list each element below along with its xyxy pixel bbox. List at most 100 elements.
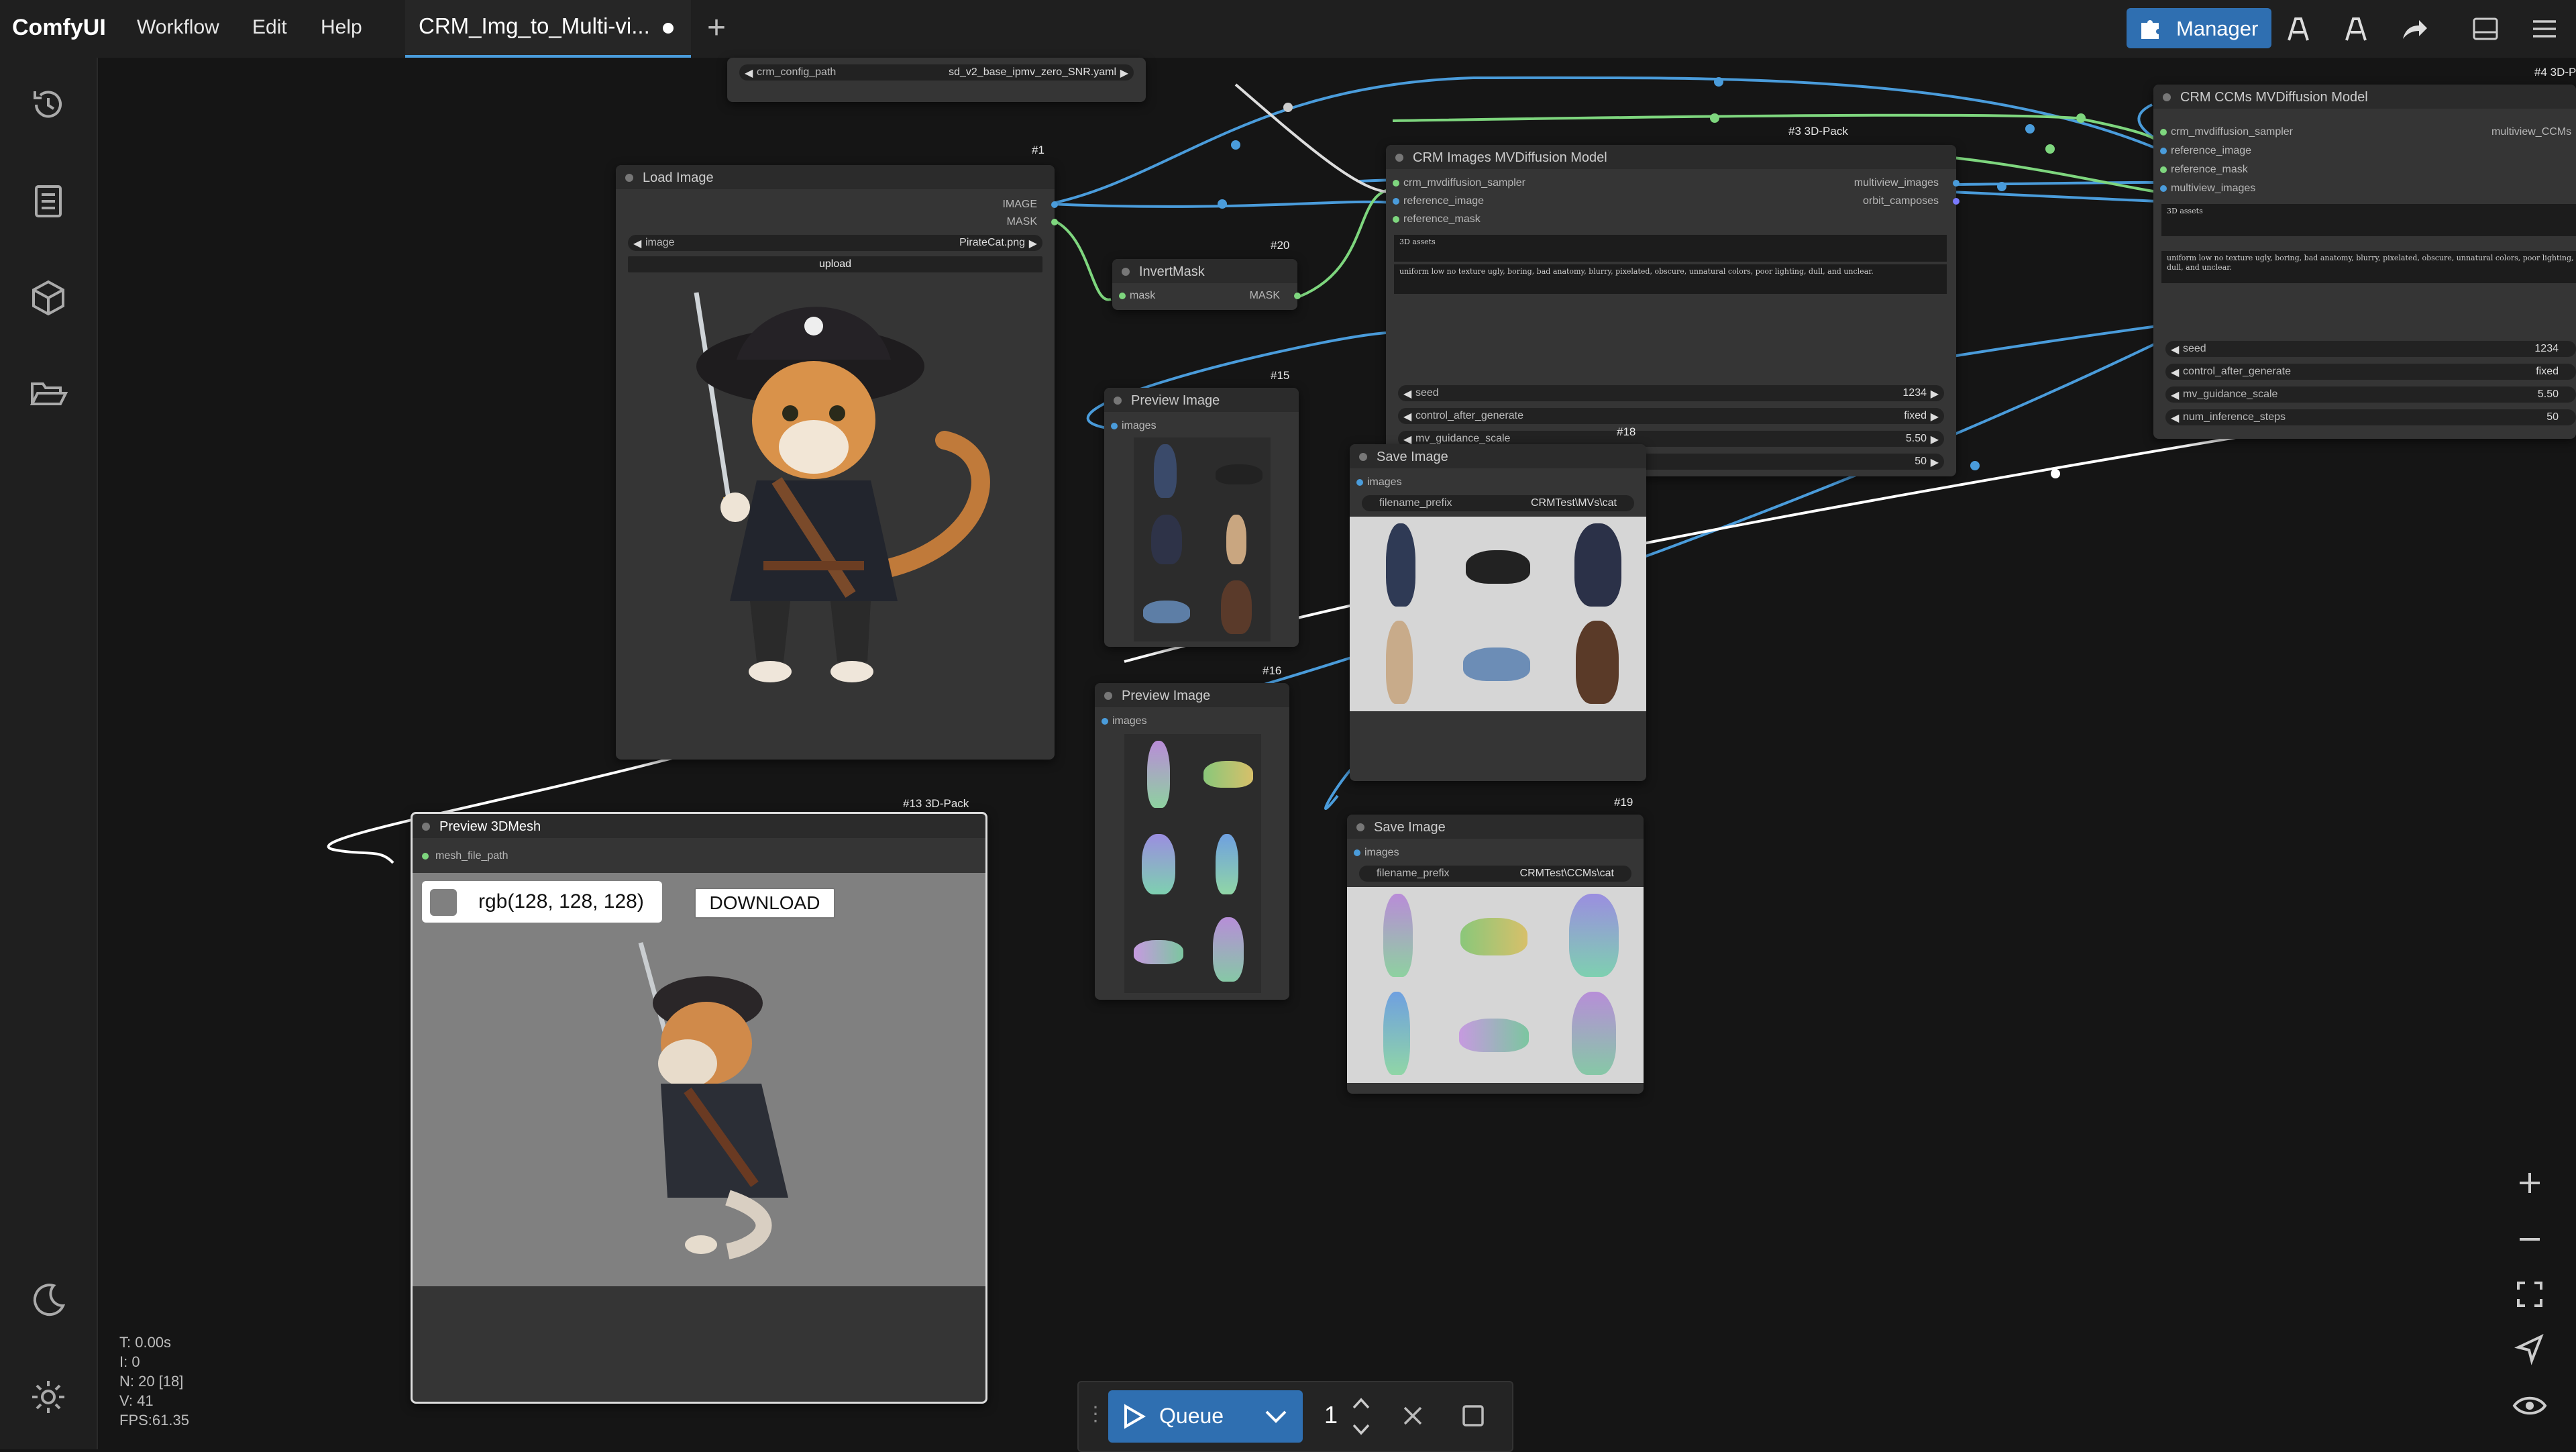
model-search-icon[interactable]	[2341, 13, 2372, 44]
node-library-icon[interactable]	[27, 180, 70, 223]
preview-image-grid[interactable]	[1134, 437, 1271, 641]
decrement-arrow-icon[interactable]: ◀	[633, 237, 641, 250]
seed-widget[interactable]: ◀ seed 1234 ▶	[1398, 385, 1944, 401]
input-images-socket[interactable]	[1111, 423, 1118, 429]
load-image-node[interactable]: Load Image IMAGE MASK ◀ image PirateCat.…	[616, 165, 1058, 760]
chevron-down-icon[interactable]	[1351, 1420, 1371, 1439]
saved-thumbnail[interactable]	[1350, 614, 1448, 711]
collapse-dot-icon[interactable]	[422, 823, 430, 831]
input-mask-socket[interactable]	[1119, 293, 1126, 299]
preview-thumbnail[interactable]	[1134, 574, 1202, 641]
output-mask-socket[interactable]	[1051, 219, 1058, 225]
manager-button[interactable]: Manager	[2127, 8, 2271, 48]
crm-ccms-mvdiffusion-node[interactable]: CRM CCMs MVDiffusion Model crm_mvdiffusi…	[2153, 85, 2576, 439]
output-image-socket[interactable]	[1051, 201, 1058, 208]
input-reference-mask-socket[interactable]	[1393, 216, 1399, 223]
increment-arrow-icon[interactable]: ▶	[1931, 433, 1939, 446]
saved-thumbnail[interactable]	[1545, 887, 1644, 985]
zoom-in-icon[interactable]	[2509, 1162, 2551, 1204]
increment-arrow-icon[interactable]: ▶	[1120, 66, 1128, 80]
input-reference-image-socket[interactable]	[2160, 148, 2167, 154]
chevron-down-icon[interactable]	[1264, 1408, 1288, 1425]
output-multiview-images-socket[interactable]	[1953, 180, 1960, 187]
input-sampler-socket[interactable]	[2160, 129, 2167, 136]
collapse-dot-icon[interactable]	[2163, 93, 2171, 101]
saved-thumbnail[interactable]	[1448, 614, 1547, 711]
input-sampler-socket[interactable]	[1393, 180, 1399, 187]
preview-thumbnail[interactable]	[1202, 505, 1271, 573]
increment-arrow-icon[interactable]: ▶	[1931, 456, 1939, 469]
negative-prompt-textarea[interactable]: uniform low no texture ugly, boring, bad…	[1394, 264, 1947, 294]
preview-thumbnail[interactable]	[1193, 821, 1261, 907]
saved-thumbnail[interactable]	[1347, 985, 1446, 1083]
menu-edit[interactable]: Edit	[252, 16, 287, 39]
color-swatch[interactable]	[430, 889, 457, 916]
collapse-dot-icon[interactable]	[1104, 692, 1112, 700]
control-after-generate-widget[interactable]: ◀ control_after_generate fixed ▶	[1398, 408, 1944, 424]
node-title-bar[interactable]: CRM CCMs MVDiffusion Model	[2153, 85, 2576, 109]
control-after-generate-widget[interactable]: ◀ control_after_generate fixed	[2165, 364, 2576, 380]
batch-count-input[interactable]: 1	[1324, 1401, 1338, 1429]
prompt-textarea[interactable]: 3D assets	[2161, 204, 2576, 236]
saved-thumbnail[interactable]	[1548, 614, 1646, 711]
negative-prompt-textarea[interactable]: uniform low no texture ugly, boring, bad…	[2161, 251, 2576, 283]
collapse-dot-icon[interactable]	[1356, 823, 1364, 831]
node-title-bar[interactable]: InvertMask	[1112, 259, 1297, 283]
filename-prefix-widget[interactable]: filename_prefix CRMTest\MVs\cat	[1362, 495, 1634, 511]
fit-view-icon[interactable]	[2509, 1274, 2551, 1315]
drag-handle-icon[interactable]: ⋮	[1085, 1402, 1106, 1426]
input-images-socket[interactable]	[1356, 479, 1363, 486]
node-title-bar[interactable]: Preview 3DMesh	[413, 814, 985, 838]
increment-arrow-icon[interactable]: ▶	[1029, 237, 1037, 250]
theme-moon-icon[interactable]	[27, 1279, 70, 1322]
preview-image-node-16[interactable]: Preview Image images	[1095, 683, 1289, 1000]
save-image-node-19[interactable]: Save Image images filename_prefix CRMTes…	[1347, 815, 1644, 1094]
decrement-arrow-icon[interactable]: ◀	[745, 66, 753, 80]
saved-thumbnail[interactable]	[1545, 985, 1644, 1083]
input-images-socket[interactable]	[1102, 718, 1108, 725]
filename-prefix-widget[interactable]: filename_prefix CRMTest\CCMs\cat	[1359, 866, 1631, 882]
3d-mesh-viewport[interactable]: rgb(128, 128, 128) DOWNLOAD	[413, 873, 985, 1286]
background-color-picker[interactable]: rgb(128, 128, 128)	[422, 881, 662, 923]
menu-workflow[interactable]: Workflow	[137, 16, 219, 39]
decrement-arrow-icon[interactable]: ◀	[2171, 366, 2179, 379]
saved-thumbnail[interactable]	[1446, 985, 1544, 1083]
queue-button[interactable]: Queue	[1108, 1390, 1303, 1443]
saved-thumbnail[interactable]	[1350, 517, 1448, 614]
prompt-textarea[interactable]: 3D assets	[1394, 235, 1947, 262]
upload-button[interactable]: upload	[628, 256, 1042, 272]
saved-thumbnail[interactable]	[1548, 517, 1646, 614]
download-button[interactable]: DOWNLOAD	[694, 888, 835, 919]
preview-thumbnail[interactable]	[1134, 505, 1202, 573]
hamburger-menu-icon[interactable]	[2529, 13, 2560, 44]
preview-image-node-15[interactable]: Preview Image images	[1104, 388, 1299, 647]
share-icon[interactable]	[2399, 13, 2430, 44]
preview-thumbnail[interactable]	[1124, 821, 1193, 907]
decrement-arrow-icon[interactable]: ◀	[2171, 388, 2179, 402]
toggle-panel-icon[interactable]	[2470, 13, 2501, 44]
graph-canvas[interactable]: ◀ crm_config_path sd_v2_base_ipmv_zero_S…	[98, 58, 2576, 1449]
history-icon[interactable]	[27, 83, 70, 126]
decrement-arrow-icon[interactable]: ◀	[2171, 343, 2179, 356]
toggle-links-eye-icon[interactable]	[2509, 1385, 2551, 1427]
preview-thumbnail[interactable]	[1193, 906, 1261, 993]
mv-guidance-scale-widget[interactable]: ◀ mv_guidance_scale 5.50	[2165, 386, 2576, 403]
collapse-dot-icon[interactable]	[1359, 453, 1367, 461]
saved-thumbnail[interactable]	[1446, 887, 1544, 985]
node-title-bar[interactable]: Load Image	[616, 165, 1055, 189]
select-mode-arrow-icon[interactable]	[2509, 1329, 2551, 1370]
node-title-bar[interactable]: Save Image	[1347, 815, 1644, 839]
collapse-dot-icon[interactable]	[1114, 397, 1122, 405]
output-mask-socket[interactable]	[1294, 293, 1301, 299]
num-inference-steps-widget[interactable]: ◀ num_inference_steps 50	[2165, 409, 2576, 425]
preview-thumbnail[interactable]	[1134, 437, 1202, 505]
saved-image-grid[interactable]	[1347, 887, 1644, 1083]
increment-arrow-icon[interactable]: ▶	[1931, 387, 1939, 401]
decrement-arrow-icon[interactable]: ◀	[1403, 410, 1411, 423]
preview-image-grid[interactable]	[1124, 734, 1261, 993]
preview-thumbnail[interactable]	[1193, 734, 1261, 821]
model-library-cube-icon[interactable]	[27, 276, 70, 319]
crm-images-mvdiffusion-node[interactable]: CRM Images MVDiffusion Model crm_mvdiffu…	[1386, 145, 1960, 476]
model-download-icon[interactable]	[2284, 13, 2314, 44]
saved-image-grid[interactable]	[1350, 517, 1646, 711]
